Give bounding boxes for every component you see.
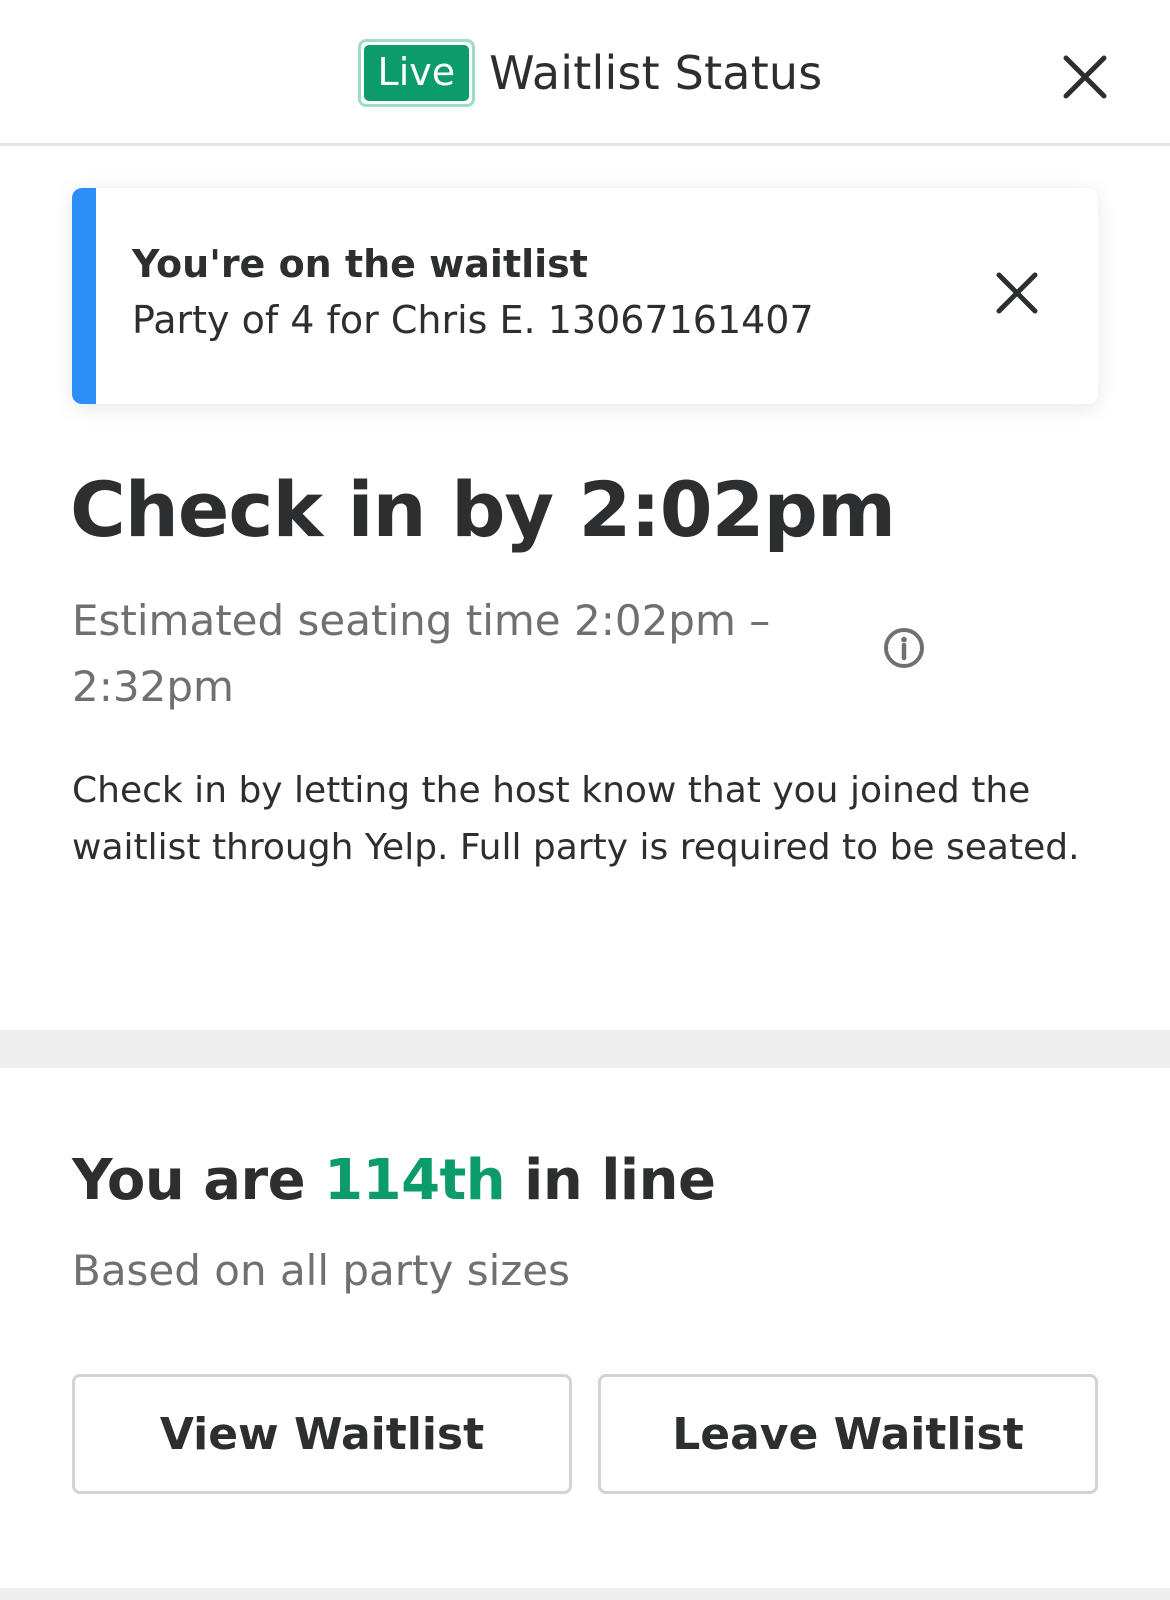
close-icon[interactable] [1060, 52, 1110, 102]
notice-party-details: Party of 4 for Chris E. 13067161407 [132, 298, 814, 342]
view-waitlist-button[interactable]: View Waitlist [72, 1374, 572, 1494]
checkin-instructions: Check in by letting the host know that y… [72, 770, 1080, 868]
page-title: Waitlist Status [489, 46, 823, 100]
estimated-seating-time: Estimated seating time 2:02pm – 2:32pm [72, 596, 771, 711]
queue-position-subtitle: Based on all party sizes [72, 1246, 571, 1295]
leave-waitlist-button[interactable]: Leave Waitlist [598, 1374, 1098, 1494]
notice-title: You're on the waitlist [132, 242, 588, 286]
close-icon[interactable] [992, 268, 1042, 318]
checkin-deadline-heading: Check in by 2:02pm [70, 465, 896, 554]
waitlist-notice-card: You're on the waitlist Party of 4 for Ch… [72, 188, 1098, 404]
queue-position-prefix: You are [72, 1148, 325, 1213]
live-badge: Live [357, 39, 476, 107]
header-title-group: Live Waitlist Status [0, 0, 1170, 146]
header-bar: Live Waitlist Status [0, 0, 1170, 146]
live-badge-label: Live [363, 45, 470, 101]
queue-position-heading: You are 114th in line [72, 1148, 716, 1213]
info-icon[interactable] [883, 627, 925, 669]
bottom-divider [0, 1588, 1170, 1600]
queue-position-rank: 114th [324, 1148, 506, 1213]
queue-position-suffix: in line [505, 1148, 716, 1213]
section-divider [0, 1030, 1170, 1068]
notice-accent-bar [72, 188, 96, 404]
